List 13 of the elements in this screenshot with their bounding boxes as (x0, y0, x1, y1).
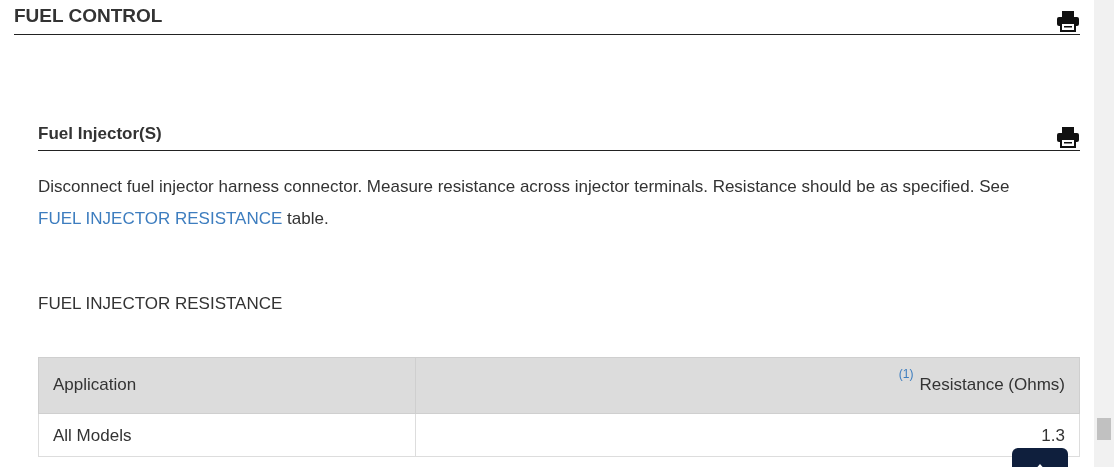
scrollbar[interactable] (1094, 0, 1114, 467)
print-icon[interactable] (1056, 10, 1080, 32)
column-header: $^{(1)}$ Resistance (Ohms) (415, 357, 1080, 413)
instruction-paragraph: Disconnect fuel injector harness connector. Measure resistance across injector terminals. Resistance should be as specified. See FUEL INJECTOR RESISTANCE table. (38, 176, 1011, 230)
table-cell: All Models (38, 413, 416, 456)
column-header: Application (38, 357, 416, 413)
print-icon[interactable] (1056, 126, 1080, 148)
scrollbar-thumb[interactable] (1097, 418, 1111, 440)
table-caption: FUEL INJECTOR RESISTANCE (38, 293, 284, 315)
section-title: Fuel Injector(S) (38, 125, 162, 142)
page-title: FUEL CONTROL (14, 6, 163, 25)
footnote-link[interactable]: (1) (898, 367, 914, 382)
table-link[interactable]: FUEL INJECTOR RESISTANCE (38, 209, 283, 228)
